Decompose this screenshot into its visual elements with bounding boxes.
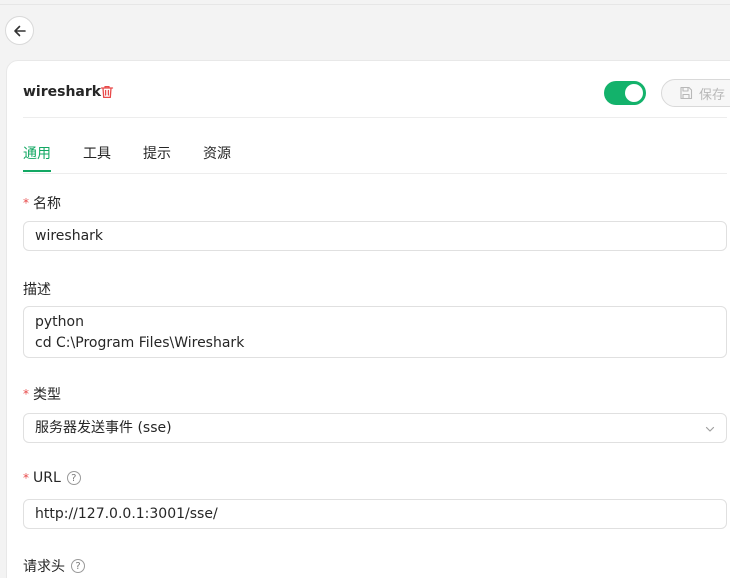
top-divider [0,4,730,5]
save-label: 保存 [698,87,725,103]
type-select[interactable]: 服务器发送事件 (sse) [23,413,727,443]
server-enabled-toggle[interactable] [604,81,646,105]
server-name-title: wireshark [23,84,102,100]
type-label-row: * 类型 [23,384,61,404]
name-input[interactable]: wireshark [23,221,727,251]
tab-resources[interactable]: 资源 [203,143,231,163]
tab-general[interactable]: 通用 [23,143,51,163]
required-mark: * [23,387,29,401]
server-settings-panel: wireshark 保存 通用 工具 提示 资源 * 名称 wireshark … [6,60,730,578]
required-mark: * [23,196,29,210]
description-textarea[interactable]: python cd C:\Program Files\Wireshark [23,306,727,358]
tab-prompts[interactable]: 提示 [143,143,171,163]
description-label: 描述 [23,282,51,298]
question-circle-icon[interactable]: ? [66,471,81,485]
description-label-row: 描述 [23,279,51,299]
headers-label: 请求头 [23,559,65,575]
header-divider [23,117,727,118]
chevron-down-icon [705,426,715,432]
headers-label-row: 请求头 ? [23,556,85,576]
save-icon [680,86,693,100]
url-label-row: * URL ? [23,470,81,486]
panel-header: wireshark 保存 [23,79,730,107]
url-input[interactable]: http://127.0.0.1:3001/sse/ [23,499,727,529]
save-button[interactable]: 保存 [661,79,730,107]
tabs-divider [23,173,727,174]
active-tab-indicator [23,170,51,172]
description-line: cd C:\Program Files\Wireshark [35,335,245,351]
name-label: 名称 [33,196,61,212]
tab-bar: 通用 工具 提示 资源 [23,143,727,173]
arrow-left-icon [13,25,26,36]
back-button[interactable] [5,16,34,45]
required-mark: * [23,471,29,485]
url-label: URL [33,470,61,486]
question-circle-icon[interactable]: ? [71,559,85,573]
type-selected-value: 服务器发送事件 (sse) [35,420,172,436]
type-label: 类型 [33,387,61,403]
name-label-row: * 名称 [23,193,61,213]
trash-icon [100,85,114,99]
tab-tools[interactable]: 工具 [83,143,111,163]
delete-server-button[interactable] [99,84,115,100]
description-line: python [35,314,84,330]
toggle-knob [625,84,643,102]
